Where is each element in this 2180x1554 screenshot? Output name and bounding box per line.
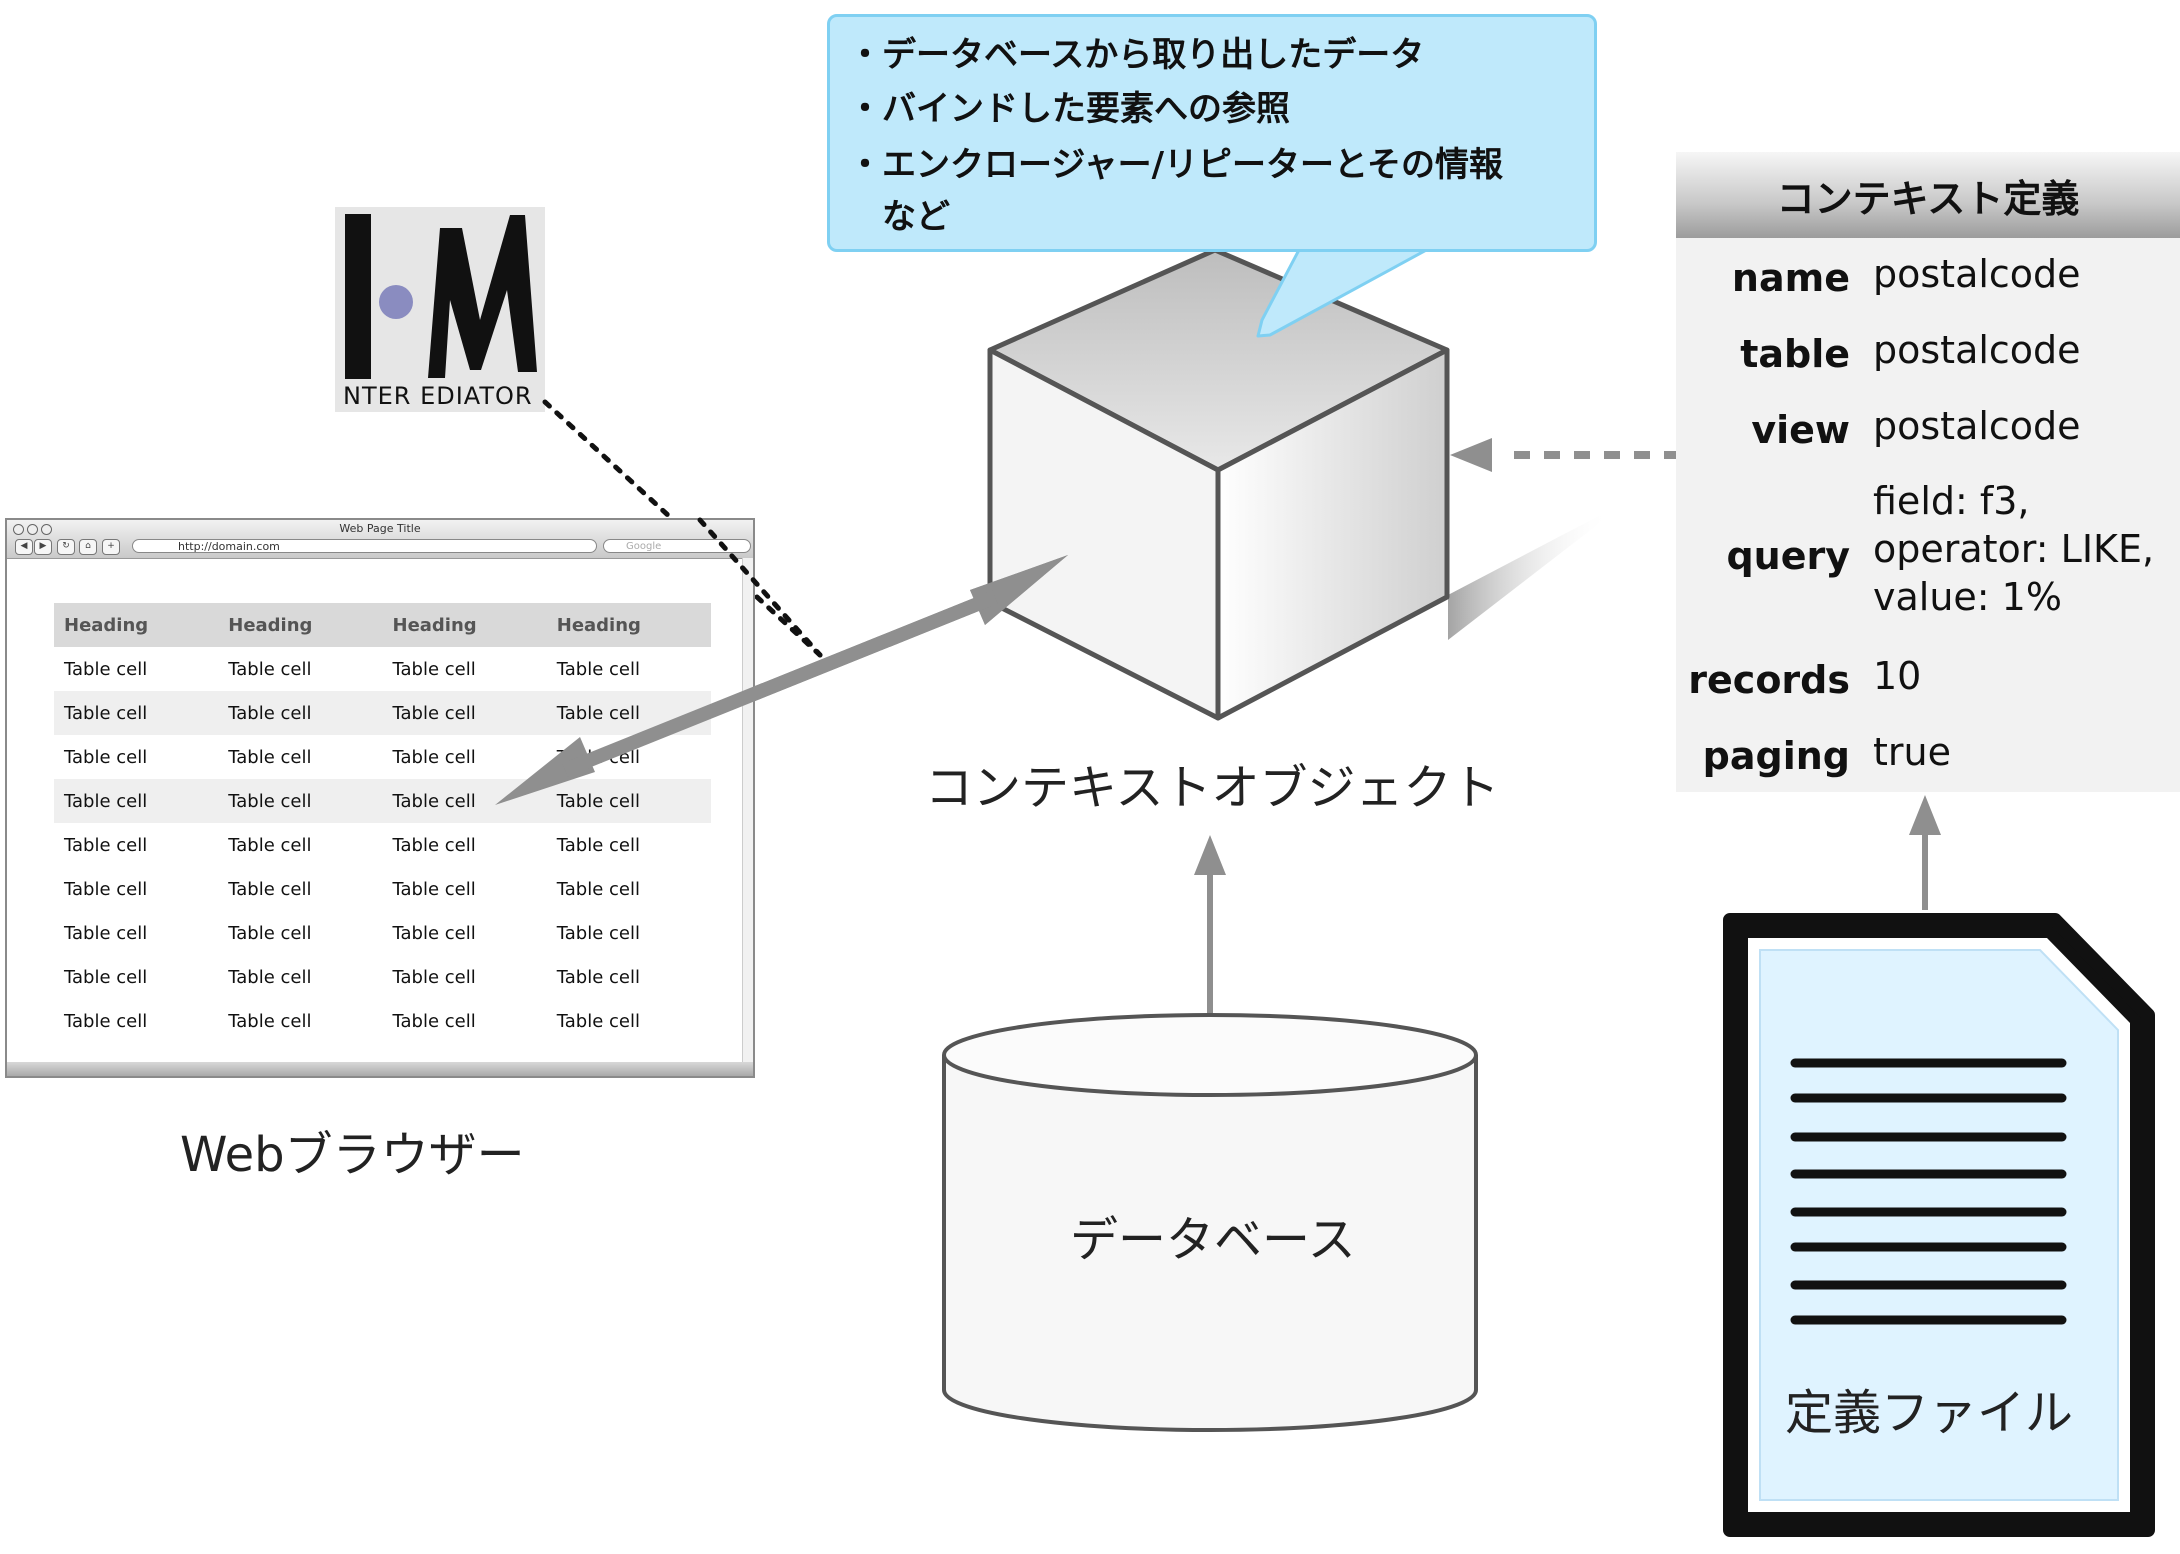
table-cell: Table cell [54, 691, 219, 735]
column-heading: Heading [54, 603, 219, 647]
browser-title: Web Page Title [339, 522, 421, 535]
table-cell: Table cell [546, 691, 711, 735]
browser-titlebar: Web Page Title ◀ ▶ ↻ ⌂ + http://domain.c… [7, 520, 753, 559]
forward-icon[interactable]: ▶ [34, 539, 52, 555]
context-object-cube[interactable] [987, 247, 1450, 721]
table-cell: Table cell [228, 878, 312, 900]
definition-key: records [1688, 658, 1850, 702]
table-cell: Table cell [64, 922, 148, 944]
table-cell: Table cell [556, 1010, 640, 1032]
callout-line: など [848, 197, 950, 237]
definition-key: query [1726, 534, 1850, 578]
table-row: Table cell Table cell Table cell Table c… [54, 691, 711, 735]
table-row: Table cell Table cell Table cell Table c… [54, 823, 711, 867]
column-heading: Heading [382, 603, 547, 647]
table-cell: Table cell [64, 834, 148, 856]
table-cell: Table cell [556, 966, 640, 988]
table-cell: Table cell [382, 779, 547, 823]
table-cell: Table cell [228, 834, 312, 856]
browser-statusbar [7, 1062, 753, 1076]
table-cell: Table cell [392, 658, 476, 680]
column-heading: Heading [546, 603, 711, 647]
table-cell: Table cell [392, 922, 476, 944]
home-icon[interactable]: ⌂ [79, 539, 97, 555]
definition-value: true [1873, 730, 1951, 774]
definition-key: paging [1702, 734, 1850, 778]
table-cell: Table cell [556, 746, 640, 768]
table-cell: Table cell [228, 922, 312, 944]
table-cell: Table cell [64, 878, 148, 900]
reload-icon[interactable]: ↻ [57, 539, 75, 555]
web-browser-window: Web Page Title ◀ ▶ ↻ ⌂ + http://domain.c… [5, 518, 755, 1078]
table-cell: Table cell [556, 878, 640, 900]
table-cell: Table cell [392, 1010, 476, 1032]
definition-title: コンテキスト定義 [1776, 177, 2080, 221]
table-row: Table cell Table cell Table cell Table c… [54, 647, 711, 691]
definition-file-label: 定義ファイル [1785, 1385, 2074, 1441]
definition-value: postalcode [1873, 404, 2081, 448]
table-row: Table cell Table cell Table cell Table c… [54, 735, 711, 779]
callout-line: ・バインドした要素への参照 [848, 89, 1290, 129]
table-cell: Table cell [392, 746, 476, 768]
table-row: Table cell Table cell Table cell Table c… [54, 955, 711, 999]
definition-value: postalcode [1873, 328, 2081, 372]
callout-line: ・エンクロージャー/リピーターとその情報 [848, 145, 1504, 185]
table-cell: Table cell [228, 658, 312, 680]
definition-value: value: 1% [1873, 575, 2062, 619]
intermediator-logo: NTER EDIATOR [335, 207, 545, 412]
callout-line: ・データベースから取り出したデータ [848, 35, 1425, 75]
table-cell: Table cell [392, 966, 476, 988]
table-row: Table cell Table cell Table cell Table c… [54, 911, 711, 955]
table-cell: Table cell [218, 779, 383, 823]
add-bookmark-icon[interactable]: + [102, 539, 120, 555]
table-cell: Table cell [64, 658, 148, 680]
data-table: Heading Heading Heading Heading Table ce… [54, 603, 711, 1043]
table-cell: Table cell [556, 834, 640, 856]
definition-key: table [1740, 332, 1850, 376]
table-row: Table cell Table cell Table cell Table c… [54, 999, 711, 1043]
context-contents-callout: ・データベースから取り出したデータ ・バインドした要素への参照 ・エンクロージャ… [827, 14, 1597, 252]
definition-key: view [1751, 408, 1850, 452]
table-cell: Table cell [556, 922, 640, 944]
definition-value: field: f3, [1873, 479, 2030, 523]
url-field[interactable]: http://domain.com [132, 539, 597, 553]
browser-scrollbar[interactable] [742, 558, 753, 1062]
table-cell: Table cell [382, 691, 547, 735]
table-cell: Table cell [64, 966, 148, 988]
table-cell: Table cell [64, 1010, 148, 1032]
cube-shadow [1448, 510, 1610, 640]
table-cell: Table cell [228, 746, 312, 768]
definition-header: コンテキスト定義 [1676, 152, 2180, 238]
table-cell: Table cell [392, 878, 476, 900]
browser-label: Webブラウザー [180, 1127, 525, 1183]
database-label: データベース [1070, 1212, 1356, 1268]
table-cell: Table cell [54, 779, 219, 823]
table-cell: Table cell [228, 966, 312, 988]
table-cell: Table cell [64, 746, 148, 768]
context-object-label: コンテキストオブジェクト [925, 760, 1500, 816]
context-definition-panel: コンテキスト定義 name postalcode table postalcod… [1676, 152, 2180, 792]
table-cell: Table cell [218, 691, 383, 735]
file-to-definition-arrow [1909, 795, 1941, 910]
database-to-cube-arrow [1194, 835, 1226, 1020]
logo-text: NTER EDIATOR [343, 382, 533, 410]
table-cell: Table cell [392, 834, 476, 856]
table-header-row: Heading Heading Heading Heading [54, 603, 711, 647]
definition-value: postalcode [1873, 252, 2081, 296]
table-row: Table cell Table cell Table cell Table c… [54, 779, 711, 823]
table-cell: Table cell [546, 779, 711, 823]
definition-key: name [1731, 256, 1850, 300]
definition-value: 10 [1873, 654, 1922, 698]
table-row: Table cell Table cell Table cell Table c… [54, 867, 711, 911]
search-field[interactable]: Google [603, 539, 751, 553]
back-icon[interactable]: ◀ [15, 539, 33, 555]
definition-value: operator: LIKE, [1873, 527, 2155, 571]
table-cell: Table cell [228, 1010, 312, 1032]
column-heading: Heading [218, 603, 383, 647]
definition-to-cube-arrow [1450, 438, 1680, 472]
table-cell: Table cell [556, 658, 640, 680]
